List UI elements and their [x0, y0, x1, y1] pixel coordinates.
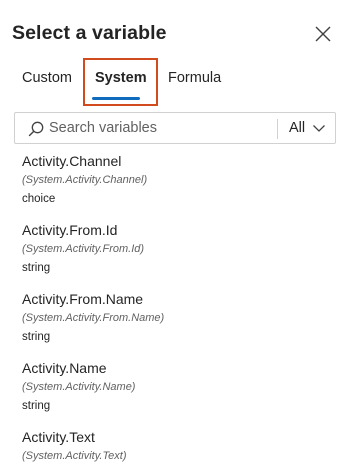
search-divider — [277, 119, 278, 139]
variable-path: (System.Activity.Channel) — [22, 174, 148, 186]
variable-path: (System.Activity.From.Id) — [22, 243, 145, 255]
close-button[interactable] — [311, 22, 335, 46]
variable-path: (System.Activity.From.Name) — [22, 312, 165, 324]
variable-picker-panel: Select a variable Custom System Formula … — [0, 0, 350, 471]
panel-title: Select a variable — [12, 22, 167, 44]
variable-name: Activity.Channel — [22, 153, 122, 169]
close-icon — [315, 26, 331, 42]
filter-dropdown[interactable]: All — [285, 113, 337, 143]
search-box: All — [14, 112, 336, 144]
variable-name: Activity.Text — [22, 429, 95, 445]
variable-list: Activity.Channel (System.Activity.Channe… — [0, 148, 350, 471]
variable-item[interactable]: Activity.From.Id (System.Activity.From.I… — [22, 222, 332, 275]
tab-list: Custom System Formula — [0, 60, 350, 106]
variable-name: Activity.From.Id — [22, 222, 118, 238]
variable-path: (System.Activity.Name) — [22, 381, 136, 393]
variable-item[interactable]: Activity.Name (System.Activity.Name) str… — [22, 360, 332, 413]
tab-formula[interactable]: Formula — [168, 70, 221, 86]
search-icon — [28, 121, 44, 137]
variable-type: choice — [22, 193, 56, 205]
tab-custom[interactable]: Custom — [22, 70, 72, 86]
variable-item[interactable]: Activity.From.Name (System.Activity.From… — [22, 291, 332, 344]
variable-path: (System.Activity.Text) — [22, 450, 127, 462]
variable-item[interactable]: Activity.Channel (System.Activity.Channe… — [22, 153, 332, 206]
variable-type: string — [22, 400, 51, 412]
variable-item[interactable]: Activity.Text (System.Activity.Text) — [22, 429, 332, 468]
variable-type: string — [22, 331, 51, 343]
variable-name: Activity.From.Name — [22, 291, 144, 307]
search-input[interactable] — [49, 117, 279, 139]
tab-highlight-box — [83, 58, 158, 106]
chevron-down-icon — [313, 125, 325, 132]
variable-type: string — [22, 262, 51, 274]
filter-selected-value: All — [289, 120, 306, 136]
variable-name: Activity.Name — [22, 360, 107, 376]
